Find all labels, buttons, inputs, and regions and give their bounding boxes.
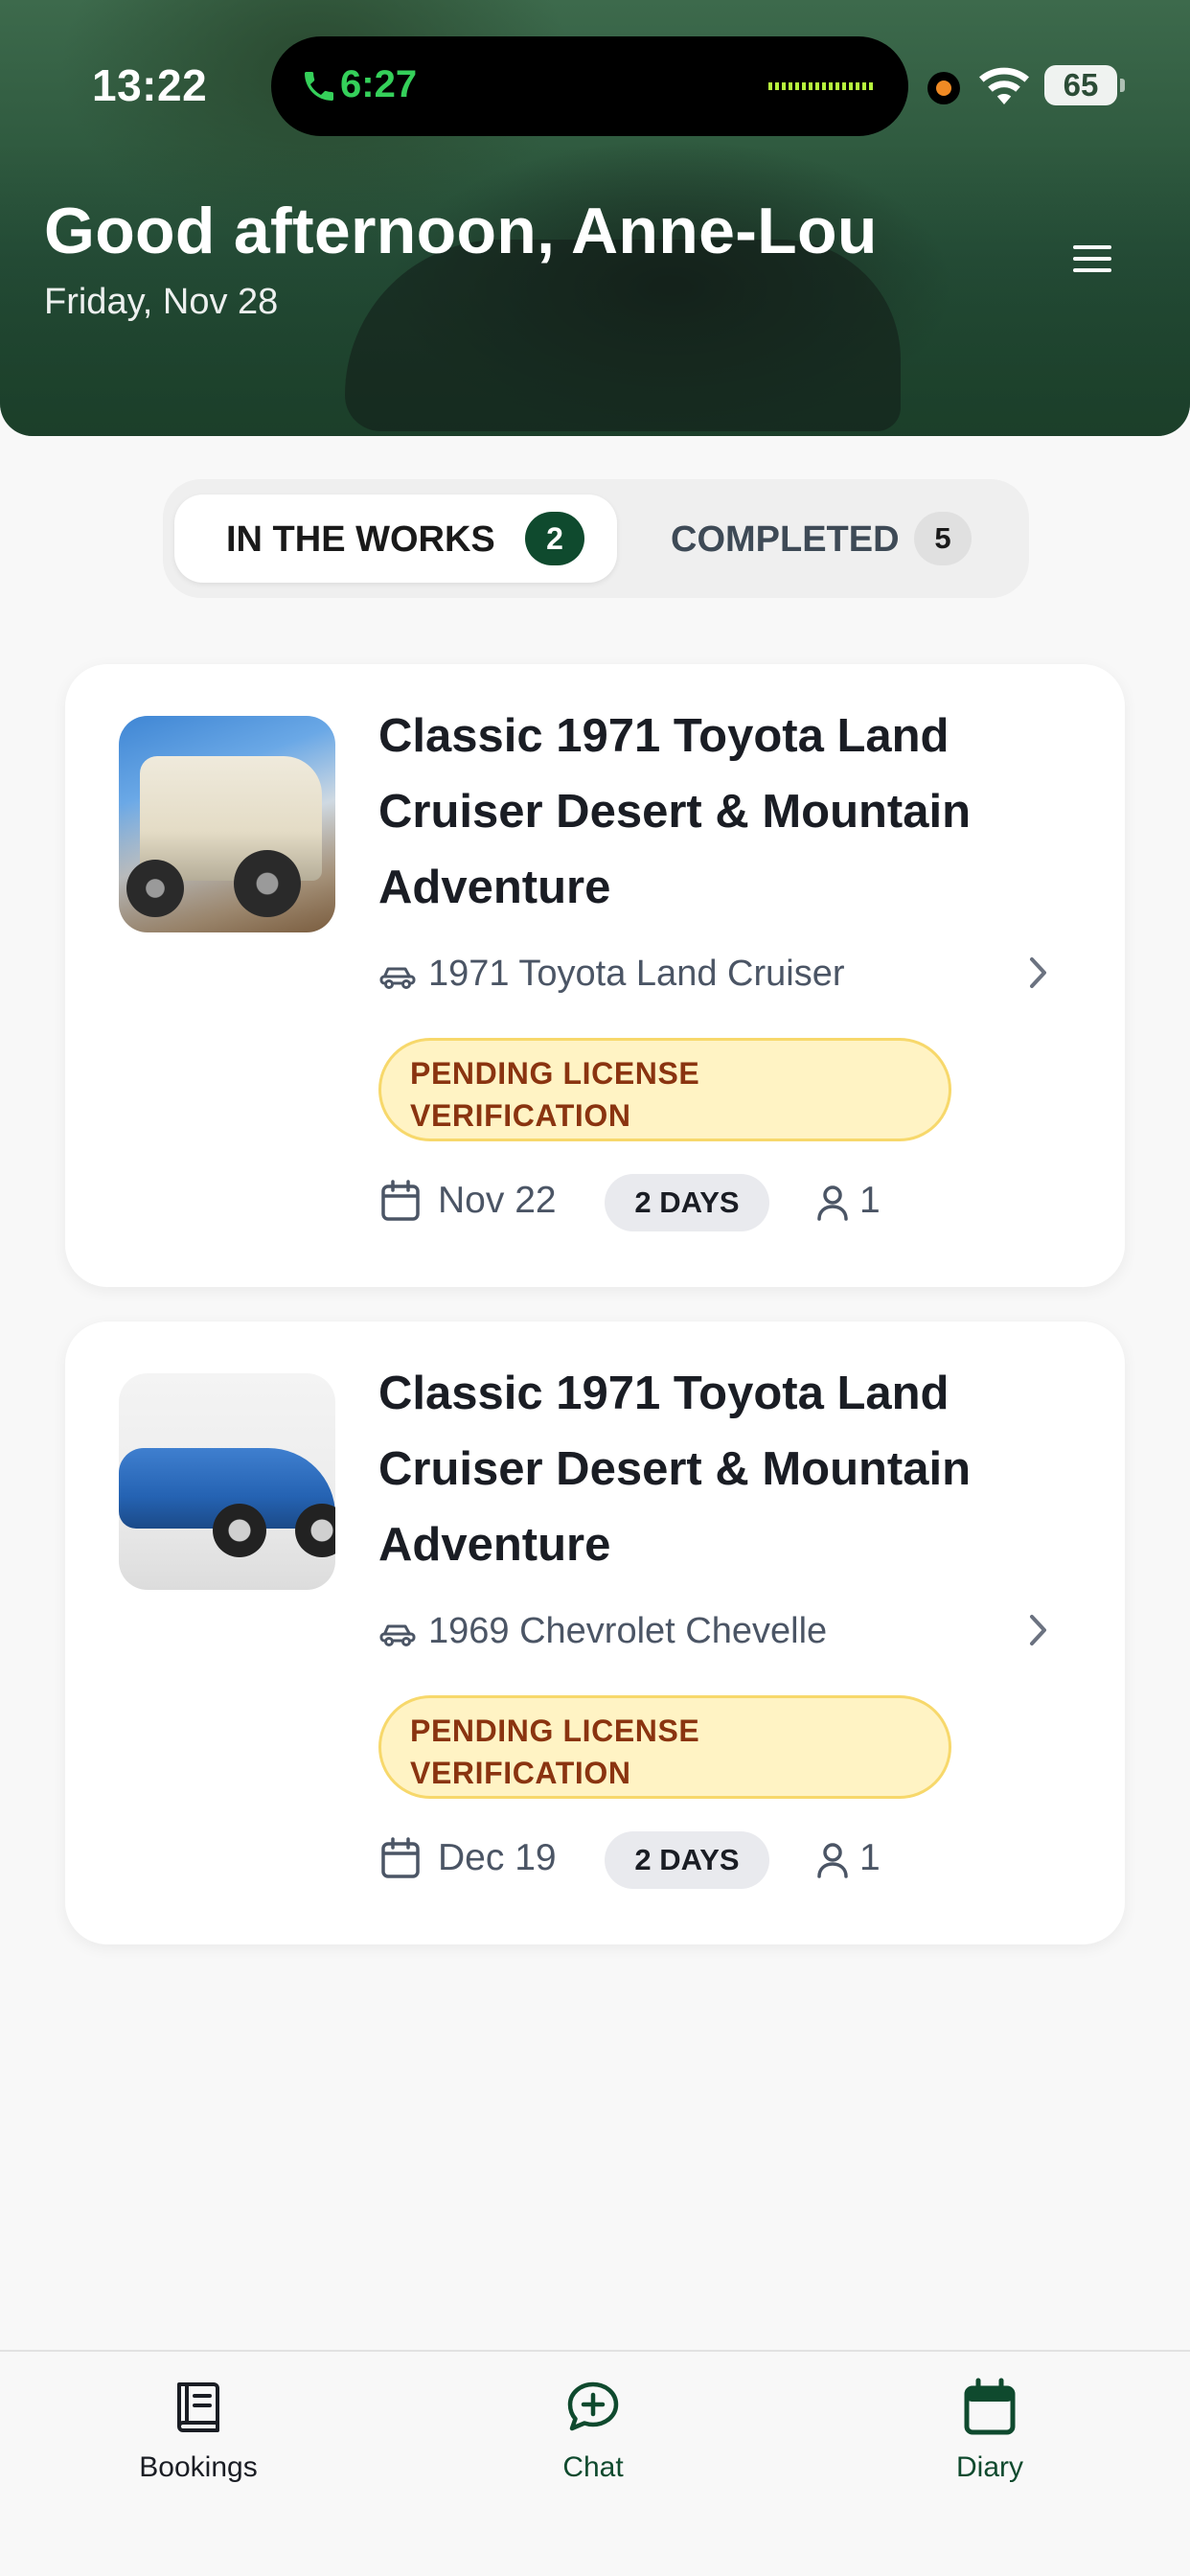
status-badge: PENDING LICENSE VERIFICATION (378, 1695, 951, 1799)
booking-status-tabs: IN THE WORKS 2 COMPLETED 5 (163, 479, 1029, 598)
duration-badge: 2 DAYS (605, 1831, 769, 1889)
calendar-icon (381, 1837, 420, 1878)
booking-date: Nov 22 (438, 1180, 557, 1221)
nav-label: Diary (955, 2451, 1023, 2483)
bottom-navigation: Bookings Chat Diary (0, 2350, 1190, 2576)
status-badge-line: PENDING LICENSE (410, 1714, 700, 1748)
count-badge: 5 (914, 512, 972, 565)
vehicle-name: 1969 Chevrolet Chevelle (428, 1611, 828, 1651)
tab-label: IN THE WORKS (226, 519, 495, 560)
tab-label: COMPLETED (671, 519, 900, 560)
booking-date: Dec 19 (438, 1837, 557, 1878)
status-badge-line: PENDING LICENSE (410, 1056, 700, 1091)
calendar-icon (964, 2378, 1016, 2435)
book-icon (177, 2382, 219, 2432)
guest-count: 1 (859, 1837, 881, 1878)
phone-icon (305, 72, 333, 101)
greeting-title: Good afternoon, Anne-Lou (44, 195, 878, 267)
call-duration: 6:27 (340, 63, 418, 105)
chevron-right-icon (1030, 1615, 1046, 1645)
status-badge-line: VERIFICATION (410, 1756, 631, 1790)
chat-plus-icon (567, 2381, 619, 2431)
nav-item-chat[interactable]: Chat (497, 2377, 689, 2484)
vehicle-thumbnail (119, 1373, 335, 1590)
vehicle-thumbnail (119, 716, 335, 932)
guest-count: 1 (859, 1180, 881, 1221)
person-icon (817, 1185, 848, 1221)
nav-item-bookings[interactable]: Bookings (103, 2377, 294, 2484)
booking-card[interactable]: Classic 1971 Toyota Land Cruiser Desert … (65, 664, 1125, 1287)
count-badge: 2 (525, 512, 584, 565)
booking-title: Classic 1971 Toyota Land Cruiser Desert … (378, 710, 972, 913)
hamburger-menu-icon[interactable] (1071, 242, 1113, 275)
current-date: Friday, Nov 28 (44, 282, 279, 322)
audio-waveform-icon (768, 82, 874, 90)
car-icon (379, 967, 416, 989)
status-badge-line: VERIFICATION (410, 1098, 631, 1133)
vehicle-name: 1971 Toyota Land Cruiser (428, 954, 845, 994)
header-background-car (345, 240, 901, 431)
battery-indicator: 65 (1044, 65, 1125, 105)
status-badge: PENDING LICENSE VERIFICATION (378, 1038, 951, 1141)
vehicle-row: 1969 Chevrolet Chevelle (378, 1611, 827, 1652)
header-banner: 13:22 6:27 65 Good afternoon, Anne-Lou F… (0, 0, 1190, 436)
person-icon (817, 1843, 848, 1878)
nav-label: Bookings (139, 2451, 258, 2483)
car-icon (379, 1624, 416, 1646)
status-bar-time: 13:22 (92, 60, 208, 110)
recording-indicator-icon (927, 72, 960, 104)
tab-in-the-works[interactable]: IN THE WORKS 2 (174, 494, 617, 583)
booking-title: Classic 1971 Toyota Land Cruiser Desert … (378, 1368, 972, 1571)
chevron-right-icon (1030, 957, 1046, 988)
booking-card[interactable]: Classic 1971 Toyota Land Cruiser Desert … (65, 1322, 1125, 1944)
duration-badge: 2 DAYS (605, 1174, 769, 1231)
nav-item-diary[interactable]: Diary (894, 2377, 1086, 2484)
calendar-icon (381, 1180, 420, 1221)
vehicle-row: 1971 Toyota Land Cruiser (378, 954, 844, 995)
nav-label: Chat (562, 2451, 624, 2483)
dynamic-island-call[interactable]: 6:27 (271, 36, 908, 136)
wifi-icon (979, 67, 1029, 104)
